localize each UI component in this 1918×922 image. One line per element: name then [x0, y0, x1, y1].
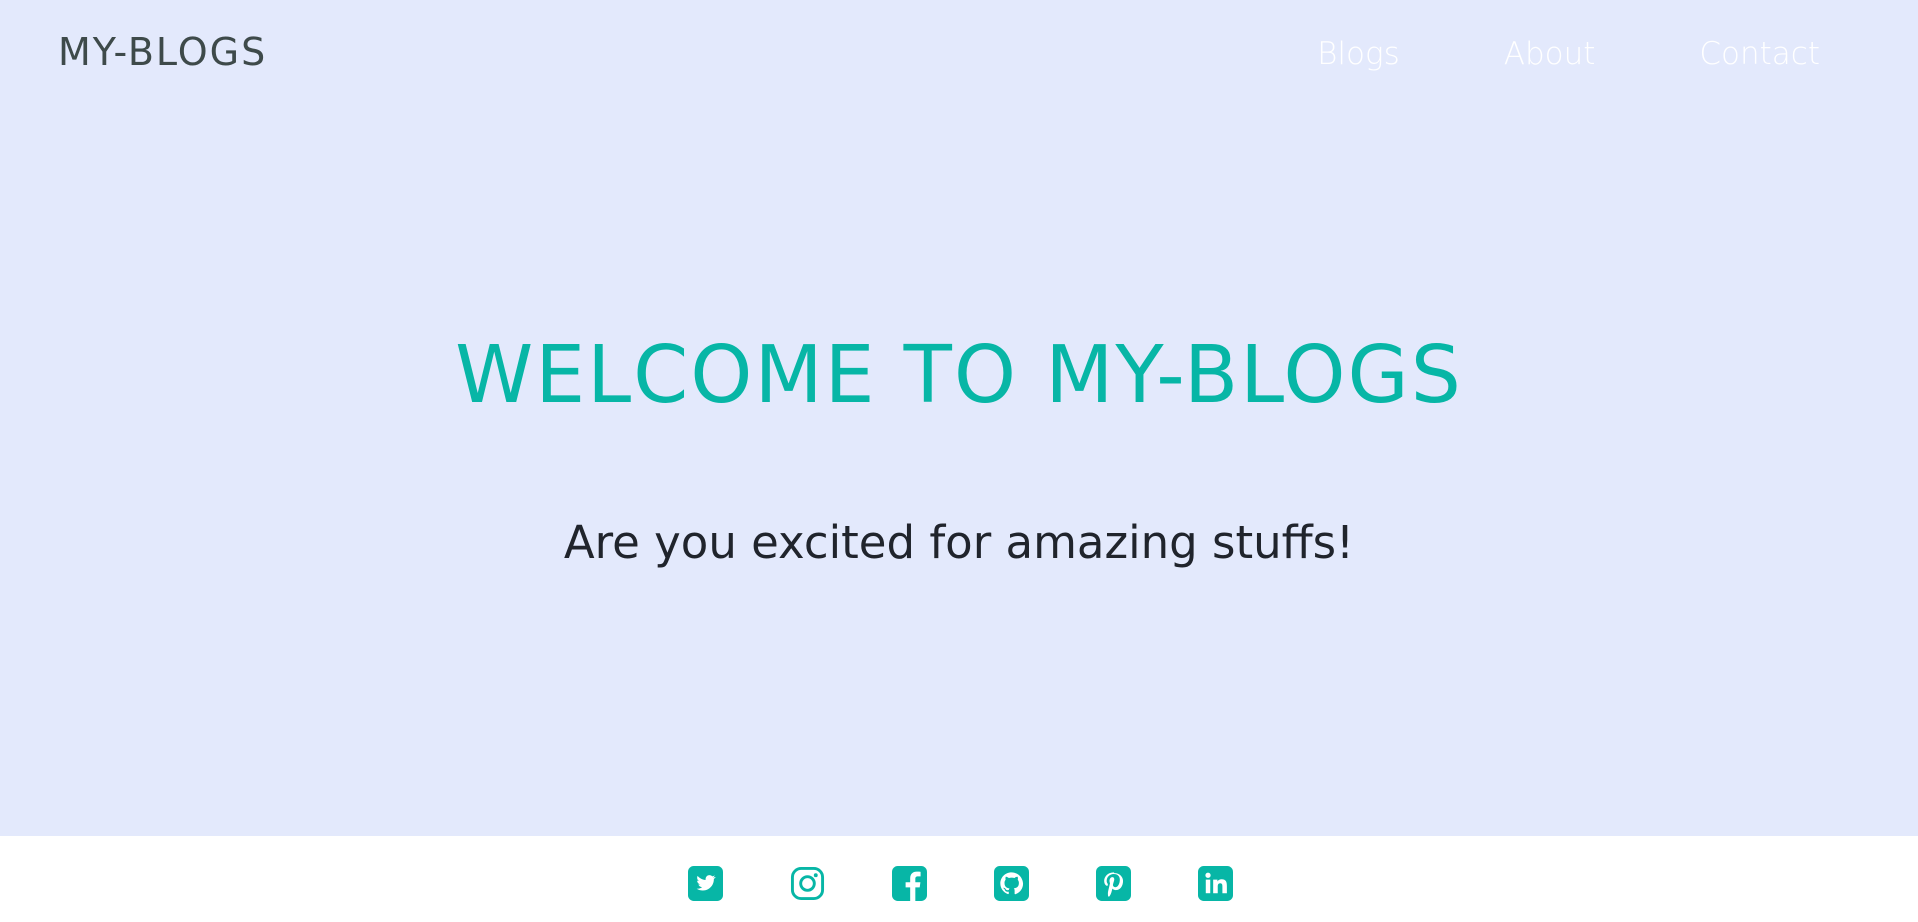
hero-section: MY-BLOGS Blogs About Contact WELCOME TO … [0, 0, 1918, 836]
brand-logo-link[interactable]: MY-BLOGS [58, 30, 267, 74]
instagram-icon[interactable] [790, 866, 825, 901]
nav-link-contact[interactable]: Contact [1699, 36, 1820, 72]
nav-link-about[interactable]: About [1504, 36, 1596, 72]
pinterest-icon[interactable] [1096, 866, 1131, 901]
hero-subtitle: Are you excited for amazing stuffs! [563, 516, 1355, 569]
hero-title: WELCOME TO MY-BLOGS [455, 329, 1463, 421]
main-nav: Blogs About Contact [1317, 36, 1820, 72]
nav-link-blogs[interactable]: Blogs [1317, 36, 1400, 72]
linkedin-icon[interactable] [1198, 866, 1233, 901]
github-icon[interactable] [994, 866, 1029, 901]
twitter-icon[interactable] [688, 866, 723, 901]
social-links [688, 866, 1233, 901]
facebook-icon[interactable] [892, 866, 927, 901]
page: MY-BLOGS Blogs About Contact WELCOME TO … [0, 0, 1918, 922]
